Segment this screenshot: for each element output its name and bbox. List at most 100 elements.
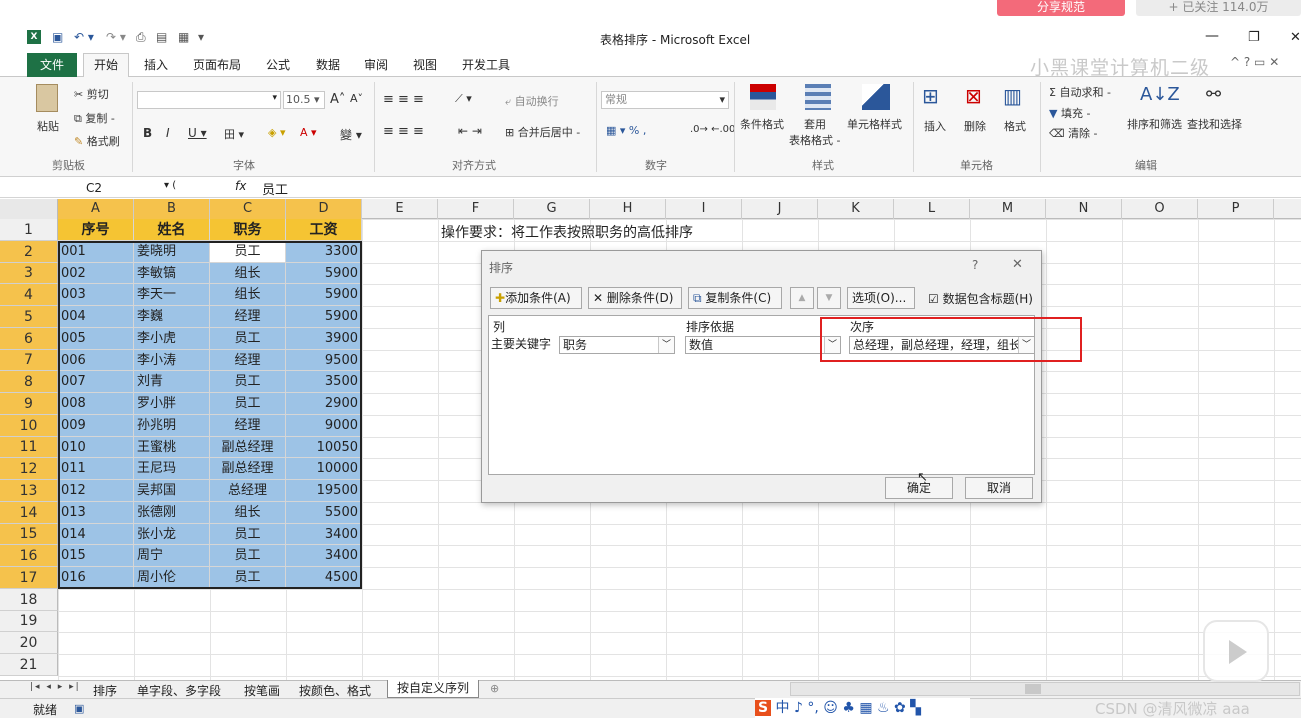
print-preview-icon[interactable]: ⎙: [136, 30, 146, 45]
row-header[interactable]: 15: [0, 524, 58, 545]
font-size-dropdown[interactable]: 10.5 ▾: [283, 91, 325, 109]
restore-icon[interactable]: ❐: [1248, 30, 1260, 45]
table-cell[interactable]: 011: [58, 458, 134, 480]
col-header-l[interactable]: L: [894, 199, 970, 219]
conditional-format-button[interactable]: 条件格式: [740, 116, 784, 132]
table-cell[interactable]: 10050: [286, 437, 362, 458]
function-icon[interactable]: fx: [235, 179, 246, 193]
bold-icon[interactable]: B: [143, 126, 152, 140]
table-header-cell[interactable]: 职务: [210, 219, 286, 241]
table-cell[interactable]: 001: [58, 241, 134, 263]
tab-formulas[interactable]: 公式: [266, 56, 290, 73]
binoculars-icon[interactable]: ⚯: [1206, 84, 1221, 105]
has-headers-checkbox[interactable]: ☑ 数据包含标题(H): [928, 290, 1033, 307]
cancel-button[interactable]: 取消: [965, 477, 1033, 499]
table-cell[interactable]: 吴邦国: [134, 480, 210, 502]
sheet-tab-strokes[interactable]: 按笔画: [244, 682, 280, 699]
row-header[interactable]: 9: [0, 393, 58, 415]
row-header[interactable]: 6: [0, 328, 58, 350]
horizontal-scrollbar[interactable]: [790, 682, 1300, 696]
sort-filter-button[interactable]: 排序和筛选: [1127, 116, 1182, 132]
orientation-icon[interactable]: ⟋ ▾: [455, 92, 472, 106]
row-header[interactable]: 7: [0, 350, 58, 371]
move-up-icon[interactable]: ▲: [790, 287, 814, 309]
row-header[interactable]: 4: [0, 284, 58, 306]
insert-cells-button[interactable]: 插入: [924, 118, 946, 134]
row-header[interactable]: 16: [0, 545, 58, 567]
col-header-o[interactable]: O: [1122, 199, 1198, 219]
row-header[interactable]: 10: [0, 415, 58, 437]
table-cell[interactable]: 3400: [286, 545, 362, 567]
new-sheet-icon[interactable]: ⊕: [490, 682, 499, 695]
row-header[interactable]: 3: [0, 263, 58, 284]
row-header[interactable]: 5: [0, 306, 58, 328]
col-header-a[interactable]: A: [58, 199, 134, 219]
sort-on-select[interactable]: 数值 ﹀: [685, 336, 841, 354]
row-header[interactable]: 20: [0, 632, 58, 654]
sort-filter-icon[interactable]: A↓Z: [1140, 84, 1180, 105]
merge-center-button[interactable]: ⊞ 合并后居中 -: [505, 124, 580, 140]
row-header[interactable]: 21: [0, 654, 58, 676]
table-cell[interactable]: 007: [58, 371, 134, 393]
col-header-e[interactable]: E: [362, 199, 438, 219]
insert-cells-icon[interactable]: ⊞: [922, 84, 939, 108]
table-cell[interactable]: 经理: [210, 306, 286, 328]
tab-home[interactable]: 开始: [83, 53, 129, 78]
table-cell[interactable]: 9500: [286, 350, 362, 371]
col-header-h[interactable]: H: [590, 199, 666, 219]
ime-toolbar[interactable]: S 中 ♪ °, ☺ ♣ ▦ ♨ ✿ ▚: [755, 698, 970, 718]
table-cell[interactable]: 10000: [286, 458, 362, 480]
delete-level-button[interactable]: ✕ 删除条件(D): [588, 287, 682, 309]
table-cell[interactable]: 3400: [286, 524, 362, 545]
select-all-corner[interactable]: [0, 199, 58, 219]
table-cell[interactable]: 刘青: [134, 371, 210, 393]
col-header-f[interactable]: F: [438, 199, 514, 219]
table-cell[interactable]: 李天一: [134, 284, 210, 306]
table-cell[interactable]: 5500: [286, 502, 362, 524]
table-cell[interactable]: 总经理: [210, 480, 286, 502]
table-cell[interactable]: 员工: [210, 371, 286, 393]
col-header-g[interactable]: G: [514, 199, 590, 219]
name-box[interactable]: C2: [28, 179, 162, 197]
table-cell[interactable]: 3300: [286, 241, 362, 263]
table-cell[interactable]: 孙兆明: [134, 415, 210, 437]
share-button[interactable]: 分享规范: [997, 0, 1125, 16]
table-cell[interactable]: 9000: [286, 415, 362, 437]
delete-cells-icon[interactable]: ⊠: [965, 84, 982, 108]
sheet-nav-icons[interactable]: |◂ ◂ ▸ ▸|: [30, 682, 81, 692]
camera-icon[interactable]: ▦: [178, 30, 189, 44]
font-color-icon[interactable]: A ▾: [300, 126, 317, 139]
autosum-button[interactable]: Σ 自动求和 -: [1049, 84, 1111, 100]
table-format-button[interactable]: 套用: [804, 116, 826, 132]
grow-font-icon[interactable]: A˄: [330, 92, 345, 107]
tab-page-layout[interactable]: 页面布局: [193, 56, 241, 73]
cell-styles-icon[interactable]: [862, 84, 890, 110]
delete-cells-button[interactable]: 删除: [964, 118, 986, 134]
table-cell[interactable]: 016: [58, 567, 134, 589]
name-box-dropdown-icon[interactable]: ▾ (: [164, 180, 176, 191]
table-cell[interactable]: 副总经理: [210, 437, 286, 458]
align-left-icon[interactable]: ≡ ≡ ≡: [383, 124, 424, 139]
col-header-p[interactable]: P: [1198, 199, 1274, 219]
table-cell[interactable]: 张小龙: [134, 524, 210, 545]
table-cell[interactable]: 002: [58, 263, 134, 284]
col-header-b[interactable]: B: [134, 199, 210, 219]
table-cell[interactable]: 008: [58, 393, 134, 415]
table-cell[interactable]: 2900: [286, 393, 362, 415]
table-cell[interactable]: 周宁: [134, 545, 210, 567]
table-header-cell[interactable]: 序号: [58, 219, 134, 241]
sheet-tab-fields[interactable]: 单字段、多字段: [137, 682, 221, 699]
indent-icon[interactable]: ⇤ ⇥: [458, 124, 482, 138]
font-name-dropdown[interactable]: ▾: [137, 91, 281, 109]
table-cell[interactable]: 4500: [286, 567, 362, 589]
minimize-icon[interactable]: —: [1205, 28, 1219, 44]
table-cell[interactable]: 013: [58, 502, 134, 524]
add-level-button[interactable]: ✚添加条件(A): [490, 287, 582, 309]
undo-icon[interactable]: ↶ ▾: [74, 30, 94, 44]
copy-button[interactable]: ⧉ 复制 -: [74, 110, 115, 126]
table-cell[interactable]: 副总经理: [210, 458, 286, 480]
cut-button[interactable]: ✂ 剪切: [74, 86, 109, 102]
align-top-icon[interactable]: ≡ ≡ ≡: [383, 92, 424, 107]
find-select-button[interactable]: 查找和选择: [1187, 116, 1242, 132]
border-icon[interactable]: 田 ▾: [224, 126, 244, 142]
